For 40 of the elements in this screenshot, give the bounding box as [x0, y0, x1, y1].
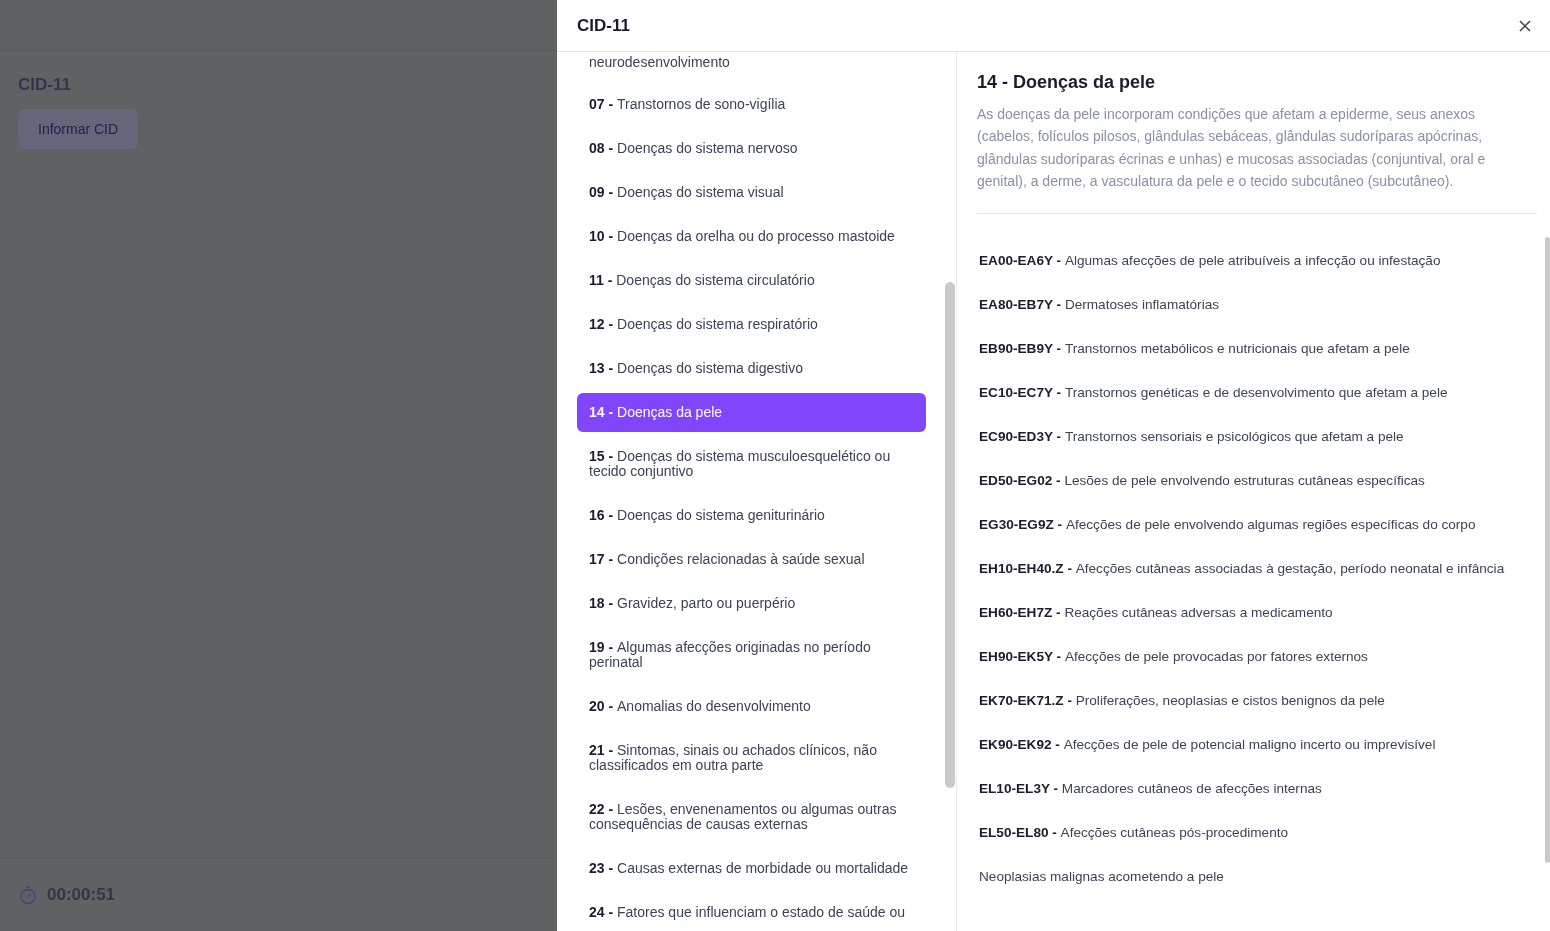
- scrollbar-thumb[interactable]: [1545, 237, 1550, 863]
- chapter-item[interactable]: 08 - Doenças do sistema nervoso: [577, 129, 926, 168]
- chapter-description: As doenças da pele incorporam condições que afetam a epiderme, seus anexos (cabelos, folículos pilosos, glândulas sebáceas, glândulas sudoríparas apócrinas, glândulas sudoríparas écrinas e unhas) e mucosas associadas (conjuntival, oral e genital), a derme, a vasculatura da pele e o tecido subcutâneo (subcutâneo).: [977, 103, 1537, 214]
- drawer-title: CID-11: [577, 15, 630, 36]
- block-item[interactable]: EK90-EK92 - Afecções de pele de potencial maligno incerto ou imprevisível: [977, 727, 1537, 761]
- chapter-item[interactable]: 19 - Algumas afecções originadas no período perinatal: [577, 628, 926, 682]
- chapter-item[interactable]: 22 - Lesões, envenenamentos ou algumas outras consequências de causas externas: [577, 790, 926, 844]
- chapter-item[interactable]: 12 - Doenças do sistema respiratório: [577, 305, 926, 344]
- chapter-item[interactable]: 09 - Doenças do sistema visual: [577, 173, 926, 212]
- chapter-item[interactable]: 13 - Doenças do sistema digestivo: [577, 349, 926, 388]
- chapter-item[interactable]: 16 - Doenças do sistema geniturinário: [577, 496, 926, 535]
- block-item[interactable]: EL10-EL3Y - Marcadores cutâneos de afecções internas: [977, 771, 1537, 805]
- chapter-item[interactable]: neurodesenvolvimento: [577, 54, 926, 80]
- block-item[interactable]: EH60-EH7Z - Reações cutâneas adversas a medicamento: [977, 595, 1537, 629]
- chapter-item[interactable]: 21 - Sintomas, sinais ou achados clínicos, não classificados em outra parte: [577, 731, 926, 785]
- chapter-item[interactable]: 07 - Transtornos de sono-vigília: [577, 85, 926, 124]
- block-item[interactable]: EA80-EB7Y - Dermatoses inflamatórias: [977, 287, 1537, 321]
- chapter-item[interactable]: 15 - Doenças do sistema musculoesquelético ou tecido conjuntivo: [577, 437, 926, 491]
- block-item[interactable]: EG30-EG9Z - Afecções de pele envolvendo algumas regiões específicas do corpo: [977, 507, 1537, 541]
- block-item[interactable]: EH10-EH40.Z - Afecções cutâneas associadas à gestação, período neonatal e infância: [977, 551, 1537, 585]
- block-item[interactable]: ED50-EG02 - Lesões de pele envolvendo estruturas cutâneas específicas: [977, 463, 1537, 497]
- chapter-item[interactable]: 24 - Fatores que influenciam o estado de saúde ou: [577, 893, 926, 931]
- block-item[interactable]: EL50-EL80 - Afecções cutâneas pós-procedimento: [977, 815, 1537, 849]
- chapter-item[interactable]: 20 - Anomalias do desenvolvimento: [577, 687, 926, 726]
- chapter-item[interactable]: 10 - Doenças da orelha ou do processo mastoide: [577, 217, 926, 256]
- block-item[interactable]: EC90-ED3Y - Transtornos sensoriais e psicológicos que afetam a pele: [977, 419, 1537, 453]
- block-item[interactable]: EB90-EB9Y - Transtornos metabólicos e nutricionais que afetam a pele: [977, 331, 1537, 365]
- block-item[interactable]: EH90-EK5Y - Afecções de pele provocadas por fatores externos: [977, 639, 1537, 673]
- chapter-item[interactable]: 14 - Doenças da pele: [577, 393, 926, 432]
- block-item[interactable]: EC10-EC7Y - Transtornos genéticas e de desenvolvimento que afetam a pele: [977, 375, 1537, 409]
- chapter-item[interactable]: 23 - Causas externas de morbidade ou mortalidade: [577, 849, 926, 888]
- stopwatch-icon: [19, 884, 37, 905]
- chapter-item[interactable]: 11 - Doenças do sistema circulatório: [577, 261, 926, 300]
- scrollbar-thumb[interactable]: [945, 282, 955, 788]
- chapter-heading: 14 - Doenças da pele: [977, 72, 1157, 93]
- block-item[interactable]: EA00-EA6Y - Algumas afecções de pele atribuíveis a infecção ou infestação: [977, 243, 1537, 277]
- block-item[interactable]: Neoplasias malignas acometendo a pele: [977, 859, 1537, 893]
- chapter-item[interactable]: 18 - Gravidez, parto ou puerpério: [577, 584, 926, 623]
- block-item[interactable]: EK70-EK71.Z - Proliferações, neoplasias e cistos benignos da pele: [977, 683, 1537, 717]
- chapter-item[interactable]: 17 - Condições relacionadas à saúde sexual: [577, 540, 926, 579]
